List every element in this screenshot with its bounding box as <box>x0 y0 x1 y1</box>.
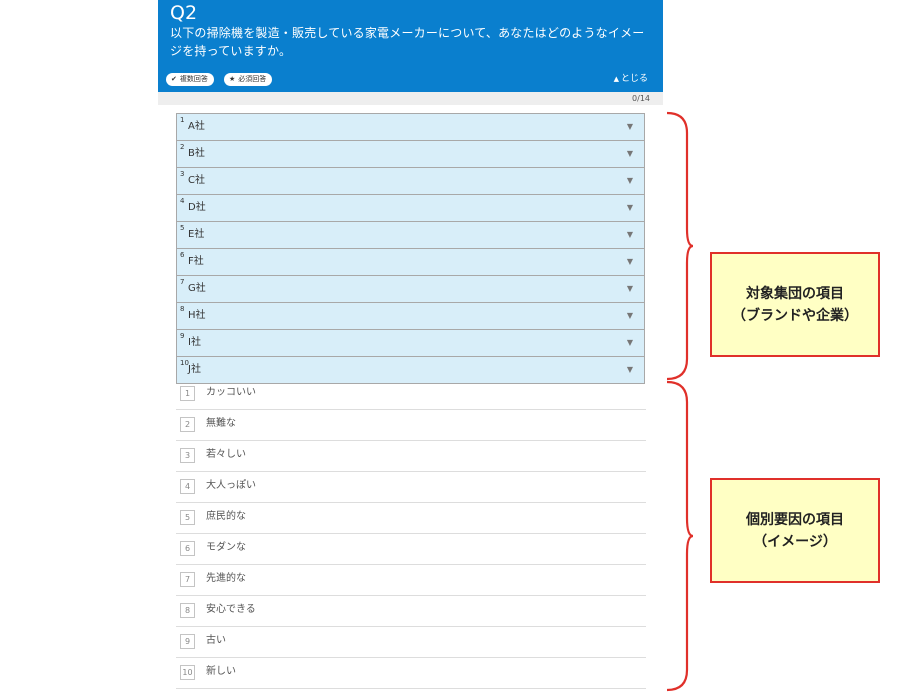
option-label: 古い <box>206 635 226 646</box>
option-number-box: 4 <box>180 479 195 494</box>
multiple-answer-badge: ✔ 複数回答 <box>166 73 214 86</box>
company-number: 8 <box>180 305 185 313</box>
collapse-label: とじる <box>620 74 648 84</box>
company-number: 9 <box>180 332 185 340</box>
option-number-box: 3 <box>180 448 195 463</box>
company-name: F社 <box>188 256 204 267</box>
company-dropdown[interactable]: 6 F社 ▼ <box>177 249 644 276</box>
option-number-box: 10 <box>180 665 195 680</box>
dropdown-arrow-icon: ▼ <box>626 203 633 212</box>
progress-text: 0/14 <box>632 94 650 103</box>
option-number-box: 8 <box>180 603 195 618</box>
company-name: D社 <box>188 202 206 213</box>
company-number: 5 <box>180 224 185 232</box>
option-label: 無難な <box>206 418 236 429</box>
option-label: カッコいい <box>206 387 256 398</box>
image-option[interactable]: 4 大人っぽい <box>176 472 646 503</box>
question-number: Q2 <box>170 2 198 24</box>
option-label: 庶民的な <box>206 511 246 522</box>
check-icon: ✔ <box>171 75 177 83</box>
image-option[interactable]: 8 安心できる <box>176 596 646 627</box>
image-option[interactable]: 2 無難な <box>176 410 646 441</box>
option-label: モダンな <box>206 542 246 553</box>
image-option[interactable]: 7 先進的な <box>176 565 646 596</box>
image-option[interactable]: 9 古い <box>176 627 646 658</box>
option-label: 大人っぽい <box>206 480 256 491</box>
dropdown-arrow-icon: ▼ <box>626 176 633 185</box>
option-label: 若々しい <box>206 449 246 460</box>
option-number-box: 1 <box>180 386 195 401</box>
company-dropdown[interactable]: 3 C社 ▼ <box>177 168 644 195</box>
option-number-box: 2 <box>180 417 195 432</box>
company-name: A社 <box>188 121 205 132</box>
required-answer-badge: ★ 必須回答 <box>224 73 273 86</box>
company-number: 4 <box>180 197 185 205</box>
required-answer-label: 必須回答 <box>238 75 267 83</box>
company-name: E社 <box>188 229 205 240</box>
question-header: Q2 以下の掃除機を製造・販売している家電メーカーについて、あなたはどのようなイ… <box>158 0 663 92</box>
option-number-box: 7 <box>180 572 195 587</box>
company-name: B社 <box>188 148 205 159</box>
company-dropdown[interactable]: 5 E社 ▼ <box>177 222 644 249</box>
company-name: C社 <box>188 175 205 186</box>
company-dropdown[interactable]: 9 I社 ▼ <box>177 330 644 357</box>
company-number: 6 <box>180 251 185 259</box>
individual-factor-note-line1: 個別要因の項目 <box>746 511 844 528</box>
option-number-box: 5 <box>180 510 195 525</box>
company-dropdown[interactable]: 1 A社 ▼ <box>177 114 644 141</box>
progress-bar: 0/14 <box>158 92 663 105</box>
company-name: I社 <box>188 337 201 348</box>
dropdown-arrow-icon: ▼ <box>626 365 633 374</box>
option-number-box: 9 <box>180 634 195 649</box>
option-label: 安心できる <box>206 604 256 615</box>
image-option[interactable]: 5 庶民的な <box>176 503 646 534</box>
image-option[interactable]: 3 若々しい <box>176 441 646 472</box>
option-label: 先進的な <box>206 573 246 584</box>
triangle-up-icon: ▲ <box>613 75 619 83</box>
individual-factor-note: 個別要因の項目 （イメージ） <box>710 478 880 583</box>
dropdown-arrow-icon: ▼ <box>626 122 633 131</box>
dropdown-arrow-icon: ▼ <box>626 338 633 347</box>
image-option-list: 1 カッコいい 2 無難な 3 若々しい 4 大人っぽい 5 庶民的な 6 モダンな 7 先進的な 8 安心で… <box>176 379 646 689</box>
target-group-note: 対象集団の項目 （ブランドや企業） <box>710 252 880 357</box>
company-dropdown[interactable]: 2 B社 ▼ <box>177 141 644 168</box>
company-number: 3 <box>180 170 185 178</box>
dropdown-arrow-icon: ▼ <box>626 284 633 293</box>
target-bracket <box>665 111 695 381</box>
collapse-button[interactable]: ▲ とじる <box>614 72 648 86</box>
company-dropdown[interactable]: 8 H社 ▼ <box>177 303 644 330</box>
factor-bracket <box>665 380 695 692</box>
company-name: G社 <box>188 283 206 294</box>
multiple-answer-label: 複数回答 <box>179 75 208 83</box>
company-dropdown[interactable]: 4 D社 ▼ <box>177 195 644 222</box>
option-label: 新しい <box>206 666 236 677</box>
company-number: 7 <box>180 278 185 286</box>
company-dropdown[interactable]: 7 G社 ▼ <box>177 276 644 303</box>
star-icon: ★ <box>229 75 236 83</box>
dropdown-arrow-icon: ▼ <box>626 149 633 158</box>
option-number-box: 6 <box>180 541 195 556</box>
target-group-note-line1: 対象集団の項目 <box>746 285 844 302</box>
company-name: J社 <box>188 364 201 375</box>
image-option[interactable]: 1 カッコいい <box>176 379 646 410</box>
company-name: H社 <box>188 310 206 321</box>
company-number: 1 <box>180 116 185 124</box>
question-text: 以下の掃除機を製造・販売している家電メーカーについて、あなたはどのようなイメージ… <box>170 26 645 58</box>
company-number: 2 <box>180 143 185 151</box>
dropdown-arrow-icon: ▼ <box>626 311 633 320</box>
survey-question-panel: Q2 以下の掃除機を製造・販売している家電メーカーについて、あなたはどのようなイ… <box>158 0 663 689</box>
dropdown-arrow-icon: ▼ <box>626 257 633 266</box>
dropdown-arrow-icon: ▼ <box>626 230 633 239</box>
image-option[interactable]: 6 モダンな <box>176 534 646 565</box>
company-list: 1 A社 ▼ 2 B社 ▼ 3 C社 ▼ 4 D社 ▼ 5 E社 ▼ 6 F社 ▼ 7 G社 ▼ 8 H社 ▼ 9 I社 ▼ 10 J社… <box>176 113 645 384</box>
individual-factor-note-line2: （イメージ） <box>753 533 837 550</box>
image-option[interactable]: 10 新しい <box>176 658 646 689</box>
target-group-note-line2: （ブランドや企業） <box>732 307 858 324</box>
